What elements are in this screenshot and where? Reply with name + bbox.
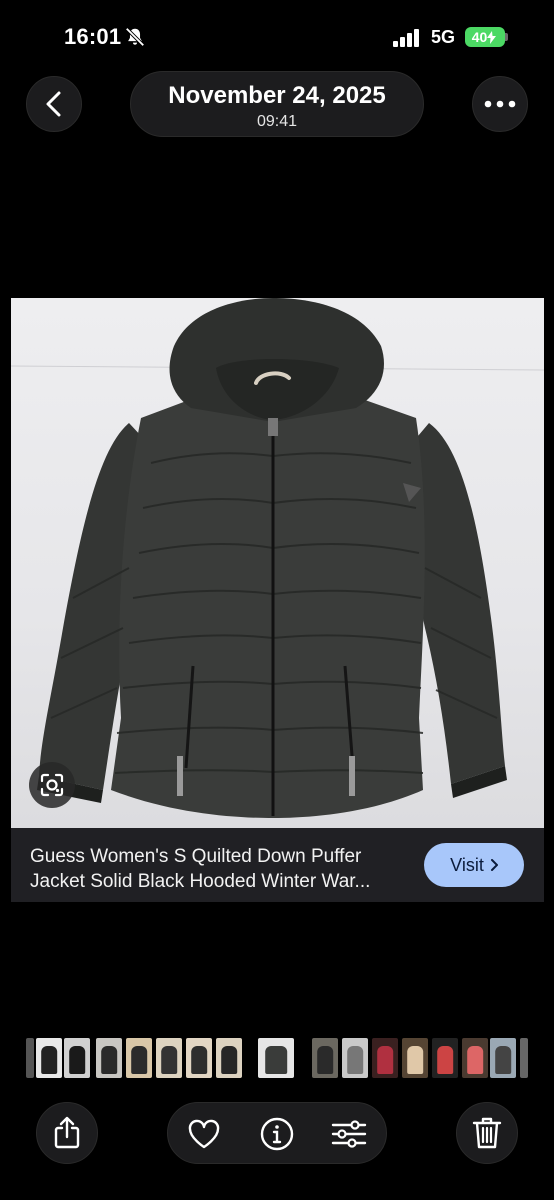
visit-button[interactable]: Visit: [424, 843, 524, 887]
result-title[interactable]: Guess Women's S Quilted Down Puffer Jack…: [30, 844, 410, 894]
visit-button-label: Visit: [450, 854, 484, 875]
thumbnail[interactable]: [342, 1038, 368, 1078]
thumbnail[interactable]: [64, 1038, 90, 1078]
thumbnail[interactable]: [520, 1038, 528, 1078]
share-button[interactable]: [36, 1102, 98, 1164]
more-options-button[interactable]: [472, 76, 528, 132]
lens-search-button[interactable]: [29, 762, 75, 808]
back-button[interactable]: [26, 76, 82, 132]
status-bar: 16:01 5G 40: [0, 0, 554, 74]
photo-date: November 24, 2025: [168, 82, 386, 109]
puffer-jacket-image: [11, 298, 544, 818]
thumbnail-strip[interactable]: [0, 1038, 554, 1078]
chevron-left-icon: [46, 91, 61, 117]
thumbnail[interactable]: [462, 1038, 488, 1078]
thumbnail[interactable]: [432, 1038, 458, 1078]
thumbnail[interactable]: [36, 1038, 62, 1078]
ellipsis-icon: [484, 100, 516, 108]
photo-time: 09:41: [256, 113, 298, 130]
signal-icon: [393, 29, 419, 47]
result-title-line-1: Guess Women's S Quilted Down Puffer: [30, 846, 362, 867]
status-time: 16:01: [64, 24, 122, 49]
thumbnail[interactable]: [402, 1038, 428, 1078]
battery-nub: [505, 33, 508, 41]
network-type: 5G: [431, 27, 456, 47]
adjust-button[interactable]: [331, 1116, 367, 1152]
lens-search-icon: [40, 773, 64, 797]
info-button[interactable]: [259, 1116, 295, 1152]
thumbnail[interactable]: [156, 1038, 182, 1078]
charging-bolt-icon: [487, 30, 497, 44]
share-icon: [54, 1116, 80, 1149]
sliders-icon: [331, 1120, 367, 1148]
bell-slash-icon: [125, 27, 145, 47]
info-icon: [260, 1117, 294, 1151]
photo-date-header[interactable]: November 24, 2025 09:41: [130, 71, 424, 137]
delete-button[interactable]: [456, 1102, 518, 1164]
photo-image[interactable]: [11, 298, 544, 828]
thumbnail[interactable]: [490, 1038, 516, 1078]
battery-indicator: 40: [465, 27, 505, 47]
trash-icon: [472, 1117, 502, 1149]
thumbnail[interactable]: [216, 1038, 242, 1078]
thumbnail[interactable]: [186, 1038, 212, 1078]
thumbnail[interactable]: [26, 1038, 34, 1078]
thumbnail-selected[interactable]: [258, 1038, 294, 1078]
thumbnail[interactable]: [126, 1038, 152, 1078]
thumbnail[interactable]: [312, 1038, 338, 1078]
favorite-button[interactable]: [186, 1116, 222, 1152]
battery-level: 40: [471, 29, 488, 45]
chevron-right-icon: [490, 859, 498, 871]
heart-icon: [188, 1119, 220, 1149]
thumbnail[interactable]: [96, 1038, 122, 1078]
result-title-line-2: Jacket Solid Black Hooded Winter War...: [30, 871, 371, 892]
thumbnail[interactable]: [372, 1038, 398, 1078]
action-pill: [167, 1102, 387, 1164]
search-result-card[interactable]: Guess Women's S Quilted Down Puffer Jack…: [11, 828, 544, 902]
